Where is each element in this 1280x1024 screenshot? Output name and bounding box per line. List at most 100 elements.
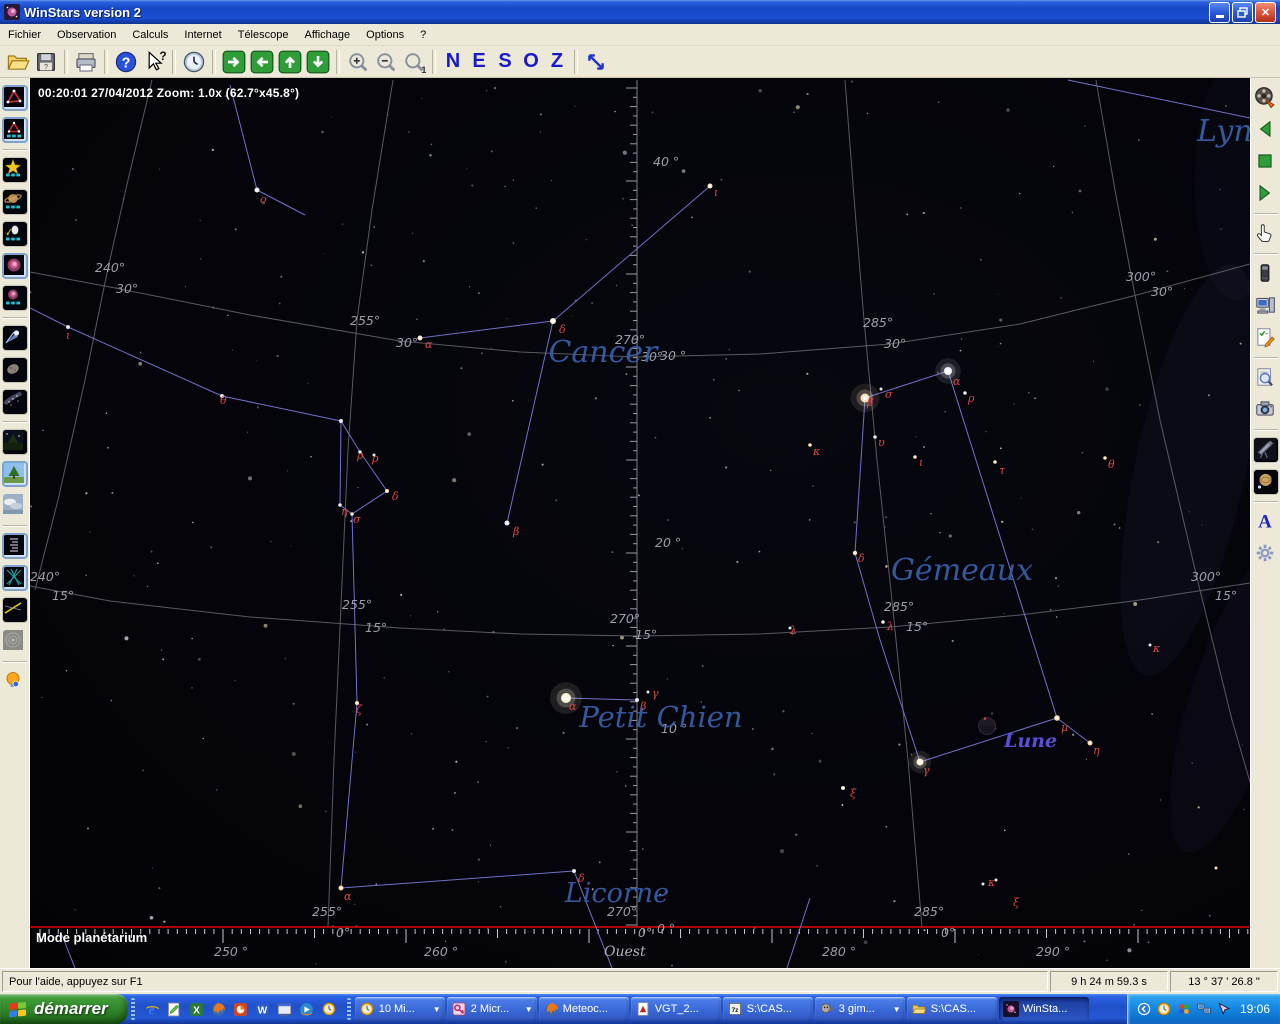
taskbar-task-4[interactable]: 7zS:\CAS... bbox=[723, 997, 813, 1021]
coordinate-grid-toggle[interactable] bbox=[2, 565, 28, 591]
task-group-chevron-icon[interactable]: ▼ bbox=[433, 1005, 441, 1014]
svg-text:σ: σ bbox=[353, 513, 361, 526]
atmosphere-toggle[interactable] bbox=[2, 493, 28, 519]
close-button[interactable]: ✕ bbox=[1255, 2, 1276, 23]
sky-svg[interactable]: oιδαβιθρρδησζαδαβγβσαρκυιτθδλξγμηκξκλ240… bbox=[30, 78, 1250, 968]
taskbar-task-1[interactable]: 2 Micr...▼ bbox=[447, 997, 537, 1021]
taskbar-task-3[interactable]: VGT_2... bbox=[631, 997, 721, 1021]
tray-collapse-icon[interactable] bbox=[1136, 1001, 1153, 1018]
title-bar[interactable]: WinStars version 2 ✕ bbox=[0, 0, 1280, 24]
eyepiece-view-toggle[interactable] bbox=[1253, 261, 1279, 287]
time-forward-toggle[interactable] bbox=[1253, 181, 1279, 207]
constellation-names-toggle[interactable] bbox=[2, 117, 28, 143]
taskbar-task-5[interactable]: 3 gim...▼ bbox=[815, 997, 905, 1021]
svg-text:κ: κ bbox=[812, 445, 821, 458]
zoom-out-button[interactable] bbox=[372, 48, 400, 76]
ecliptic-line-toggle[interactable] bbox=[2, 597, 28, 623]
tray-network-icon[interactable] bbox=[1196, 1001, 1213, 1018]
quicklaunch-show-desktop[interactable] bbox=[276, 1000, 294, 1018]
menu-internet[interactable]: Internet bbox=[176, 25, 229, 45]
zoom-in-button[interactable] bbox=[344, 48, 372, 76]
taskbar-task-2[interactable]: Meteoc... bbox=[539, 997, 629, 1021]
planet-view-toggle[interactable] bbox=[1253, 469, 1279, 495]
time-stop-toggle[interactable] bbox=[1253, 149, 1279, 175]
tray-messenger-icon[interactable] bbox=[1176, 1001, 1193, 1018]
menu-?[interactable]: ? bbox=[412, 25, 434, 45]
compass-O-button[interactable]: O bbox=[518, 49, 544, 75]
tray-clock[interactable]: 19:06 bbox=[1240, 1002, 1270, 1016]
labels-toggle-toggle[interactable]: A bbox=[1253, 509, 1279, 535]
star-names-toggle[interactable] bbox=[2, 157, 28, 183]
winstars-icon bbox=[1003, 1001, 1019, 1017]
pan-left-button[interactable] bbox=[248, 48, 276, 76]
minimize-button[interactable] bbox=[1209, 2, 1230, 23]
restore-button[interactable] bbox=[1232, 2, 1253, 23]
nebulae-toggle[interactable] bbox=[2, 253, 28, 279]
taskbar-task-6[interactable]: S:\CAS... bbox=[907, 997, 997, 1021]
milky-way-toggle[interactable] bbox=[2, 389, 28, 415]
tasks-grip[interactable] bbox=[347, 998, 351, 1020]
quicklaunch-word[interactable]: W bbox=[254, 1000, 272, 1018]
compass-E-button[interactable]: E bbox=[466, 49, 492, 75]
constellation-lines-toggle[interactable] bbox=[2, 85, 28, 111]
sky-chart[interactable]: oιδαβιθρρδησζαδαβγβσαρκυιτθδλξγμηκξκλ240… bbox=[30, 78, 1250, 968]
task-group-chevron-icon[interactable]: ▼ bbox=[893, 1005, 901, 1014]
taskbar-task-0[interactable]: 10 Mi...▼ bbox=[355, 997, 445, 1021]
moon[interactable] bbox=[979, 717, 996, 734]
task-group-chevron-icon[interactable]: ▼ bbox=[525, 1005, 533, 1014]
night-landscape-toggle[interactable] bbox=[2, 429, 28, 455]
tray-pointer-icon[interactable] bbox=[1216, 1001, 1233, 1018]
time-backward-toggle[interactable] bbox=[1253, 117, 1279, 143]
animation-toggle[interactable] bbox=[1253, 85, 1279, 111]
taskbar-task-7[interactable]: WinSta... bbox=[999, 997, 1089, 1021]
diagonal-resize-button[interactable] bbox=[582, 48, 610, 76]
field-circle-toggle[interactable] bbox=[2, 629, 28, 655]
satellites-toggle[interactable] bbox=[2, 221, 28, 247]
nebula-names-toggle[interactable] bbox=[2, 285, 28, 311]
quicklaunch-document-pencil[interactable] bbox=[166, 1000, 184, 1018]
open-file-button[interactable] bbox=[4, 48, 32, 76]
telescope-control-icon bbox=[1254, 438, 1276, 460]
observation-log-toggle[interactable] bbox=[1253, 325, 1279, 351]
menu-affichage[interactable]: Affichage bbox=[296, 25, 358, 45]
quicklaunch-media-player[interactable] bbox=[298, 1000, 316, 1018]
quicklaunch-excel[interactable]: X bbox=[188, 1000, 206, 1018]
search-object-toggle[interactable] bbox=[1253, 365, 1279, 391]
time-clock-button[interactable] bbox=[180, 48, 208, 76]
menu-calculs[interactable]: Calculs bbox=[124, 25, 176, 45]
computer-control-toggle[interactable] bbox=[1253, 293, 1279, 319]
menu-tlescope[interactable]: Télescope bbox=[230, 25, 297, 45]
screenshot-camera-toggle[interactable] bbox=[1253, 397, 1279, 423]
menu-options[interactable]: Options bbox=[358, 25, 412, 45]
altitude-scale-toggle[interactable] bbox=[2, 533, 28, 559]
pan-down-button[interactable] bbox=[304, 48, 332, 76]
asteroids-toggle[interactable] bbox=[2, 357, 28, 383]
menu-observation[interactable]: Observation bbox=[49, 25, 124, 45]
tray-clock-icon[interactable] bbox=[1156, 1001, 1173, 1018]
planets-toggle[interactable] bbox=[2, 189, 28, 215]
context-help-button[interactable]: ? bbox=[140, 48, 168, 76]
pan-up-button[interactable] bbox=[276, 48, 304, 76]
print-button[interactable] bbox=[72, 48, 100, 76]
compass-N-button[interactable]: N bbox=[440, 49, 466, 75]
settings-gear-toggle[interactable] bbox=[1253, 541, 1279, 567]
quicklaunch-internet-explorer[interactable]: e bbox=[144, 1000, 162, 1018]
start-button[interactable]: démarrer bbox=[0, 994, 128, 1024]
quicklaunch-firefox[interactable] bbox=[210, 1000, 228, 1018]
quicklaunch-clock-app[interactable] bbox=[320, 1000, 338, 1018]
bright-stars[interactable] bbox=[66, 184, 1218, 891]
help-button[interactable]: ? bbox=[112, 48, 140, 76]
compass-S-button[interactable]: S bbox=[492, 49, 518, 75]
zoom-reset-button[interactable]: 1 bbox=[400, 48, 428, 76]
telescope-control-toggle[interactable] bbox=[1253, 437, 1279, 463]
pan-right-button[interactable] bbox=[220, 48, 248, 76]
save-file-button[interactable]: ? bbox=[32, 48, 60, 76]
pointer-select-toggle[interactable] bbox=[1253, 221, 1279, 247]
quicklaunch-grip[interactable] bbox=[131, 998, 135, 1020]
tips-toggle[interactable] bbox=[2, 669, 28, 695]
day-landscape-toggle[interactable] bbox=[2, 461, 28, 487]
menu-fichier[interactable]: Fichier bbox=[0, 25, 49, 45]
compass-Z-button[interactable]: Z bbox=[544, 49, 570, 75]
quicklaunch-powerpoint[interactable] bbox=[232, 1000, 250, 1018]
comets-toggle[interactable] bbox=[2, 325, 28, 351]
